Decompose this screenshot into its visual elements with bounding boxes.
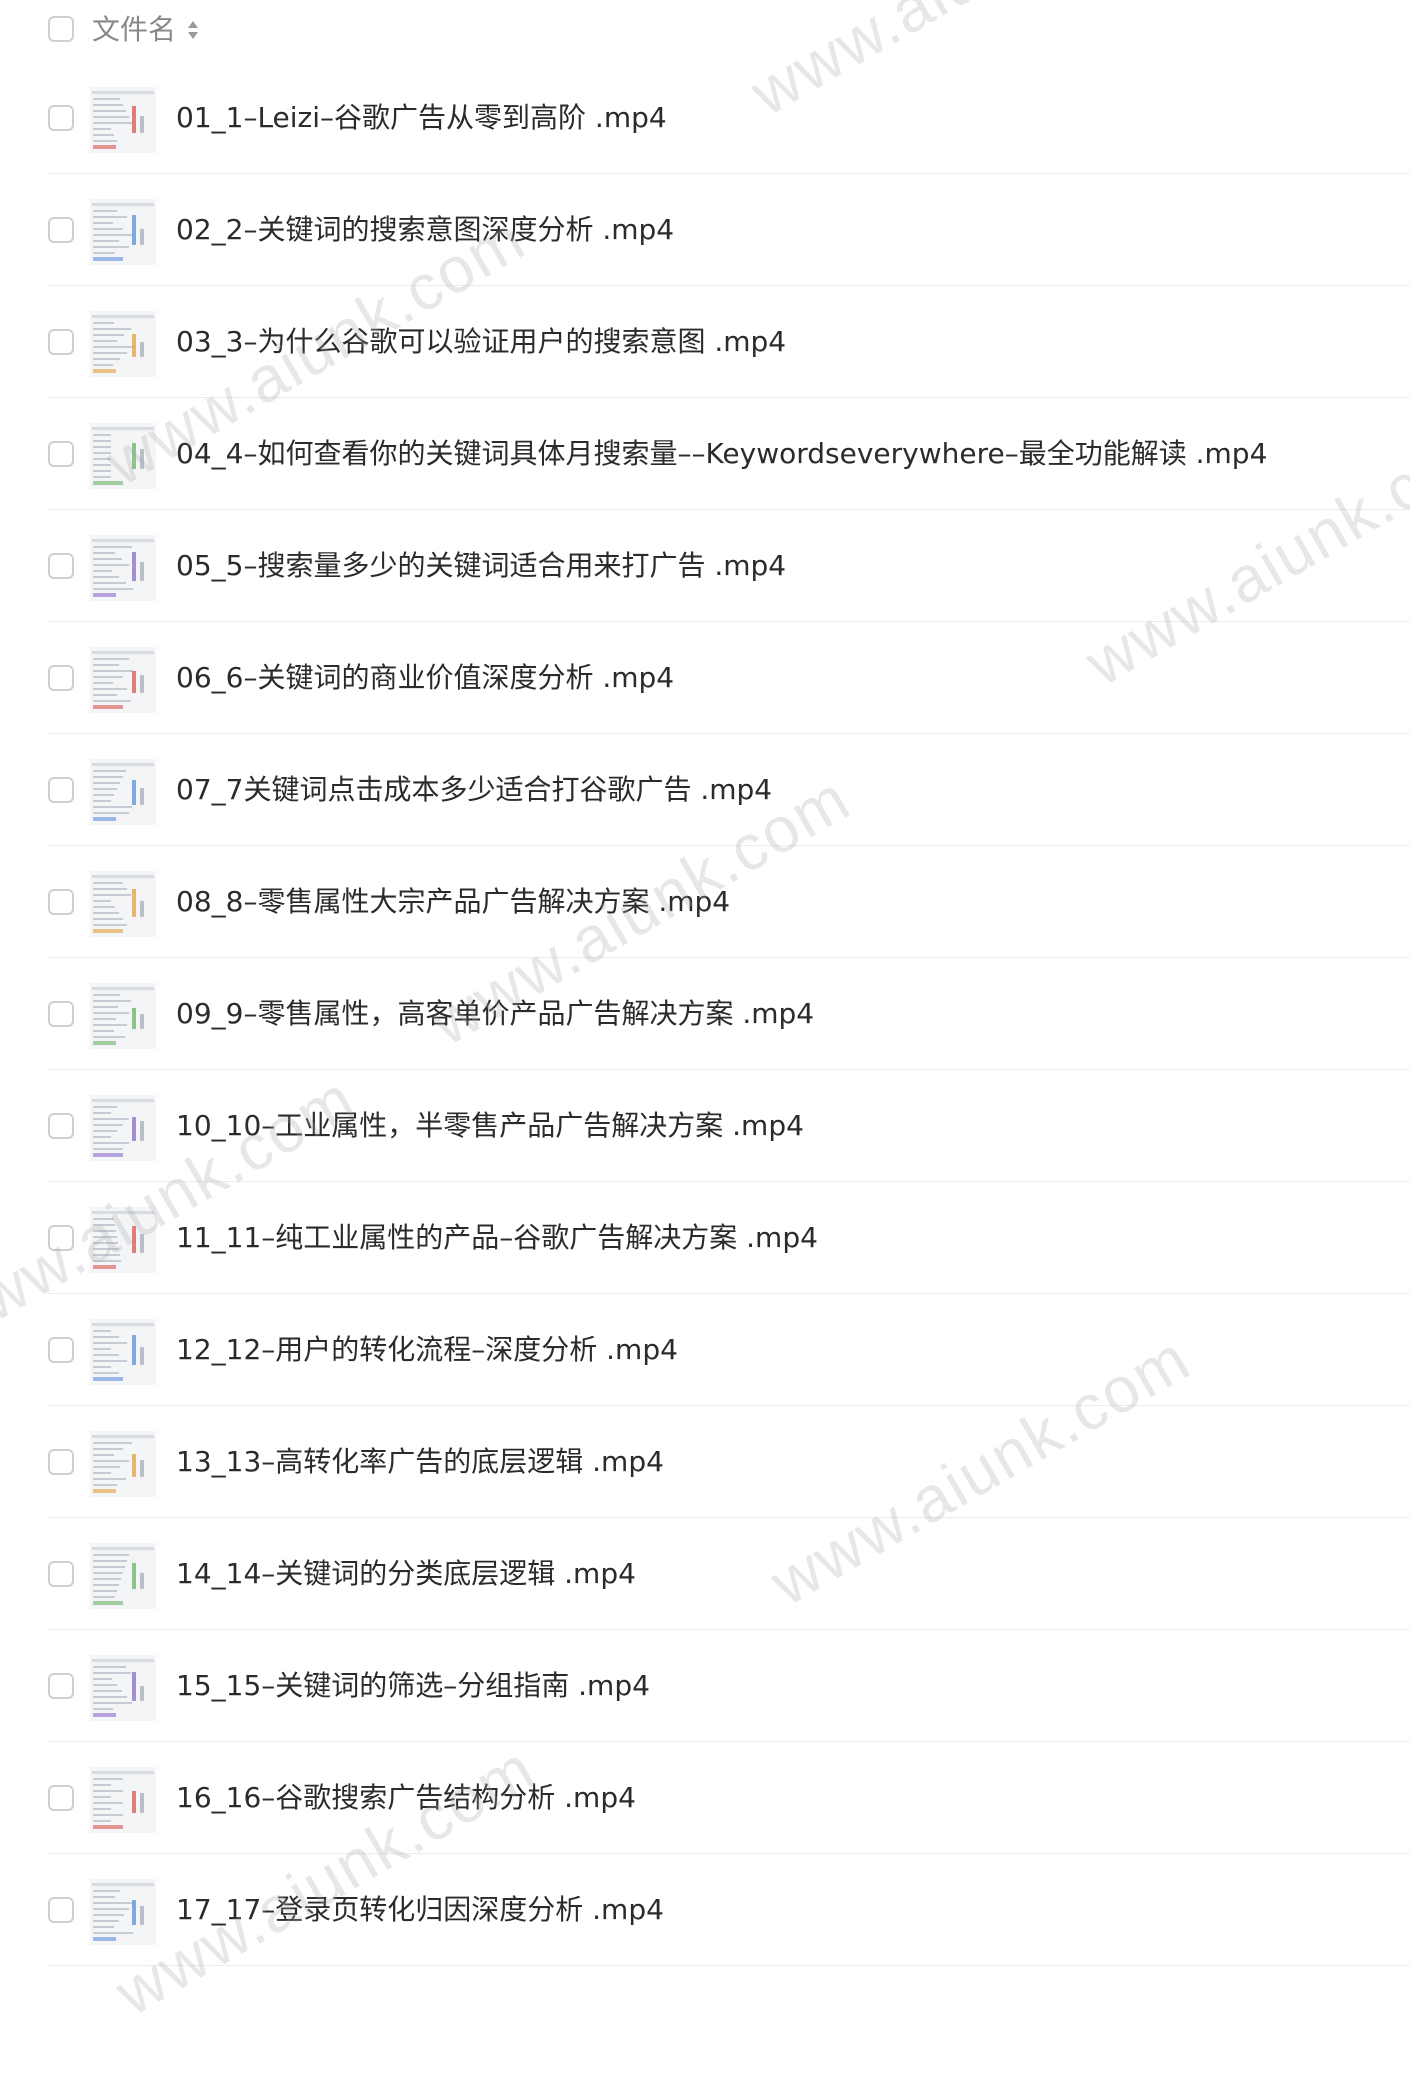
video-thumbnail[interactable] (90, 1879, 156, 1945)
row-checkbox[interactable] (48, 889, 74, 915)
row-divider (48, 1965, 1410, 1966)
row-checkbox[interactable] (48, 441, 74, 467)
row-checkbox[interactable] (48, 217, 74, 243)
row-checkbox[interactable] (48, 553, 74, 579)
video-thumbnail[interactable] (90, 871, 156, 937)
file-row[interactable]: 09_9–零售属性，高客单价产品广告解决方案 .mp4 (0, 958, 1410, 1070)
video-thumbnail[interactable] (90, 423, 156, 489)
row-checkbox[interactable] (48, 1785, 74, 1811)
file-name[interactable]: 06_6–关键词的商业价值深度分析 .mp4 (176, 658, 674, 698)
row-checkbox[interactable] (48, 1001, 74, 1027)
file-name[interactable]: 11_11–纯工业属性的产品–谷歌广告解决方案 .mp4 (176, 1218, 818, 1258)
video-thumbnail[interactable] (90, 87, 156, 153)
row-checkbox[interactable] (48, 329, 74, 355)
file-row[interactable]: 04_4–如何查看你的关键词具体月搜索量––Keywordseverywhere… (0, 398, 1410, 510)
file-name[interactable]: 15_15–关键词的筛选–分组指南 .mp4 (176, 1666, 650, 1706)
file-name[interactable]: 17_17–登录页转化归因深度分析 .mp4 (176, 1890, 664, 1930)
row-checkbox[interactable] (48, 105, 74, 131)
file-row[interactable]: 03_3–为什么谷歌可以验证用户的搜索意图 .mp4 (0, 286, 1410, 398)
file-list-header: 文件名 (0, 0, 1410, 62)
row-checkbox[interactable] (48, 1673, 74, 1699)
file-name[interactable]: 14_14–关键词的分类底层逻辑 .mp4 (176, 1554, 636, 1594)
video-thumbnail[interactable] (90, 1431, 156, 1497)
row-checkbox[interactable] (48, 777, 74, 803)
video-thumbnail[interactable] (90, 1655, 156, 1721)
video-thumbnail[interactable] (90, 311, 156, 377)
video-thumbnail[interactable] (90, 1207, 156, 1273)
file-row[interactable]: 12_12–用户的转化流程–深度分析 .mp4 (0, 1294, 1410, 1406)
file-row[interactable]: 16_16–谷歌搜索广告结构分析 .mp4 (0, 1742, 1410, 1854)
row-checkbox[interactable] (48, 1337, 74, 1363)
file-row[interactable]: 17_17–登录页转化归因深度分析 .mp4 (0, 1854, 1410, 1966)
file-row[interactable]: 13_13–高转化率广告的底层逻辑 .mp4 (0, 1406, 1410, 1518)
file-row[interactable]: 10_10–工业属性，半零售产品广告解决方案 .mp4 (0, 1070, 1410, 1182)
file-row[interactable]: 07_7关键词点击成本多少适合打谷歌广告 .mp4 (0, 734, 1410, 846)
video-thumbnail[interactable] (90, 535, 156, 601)
file-row[interactable]: 14_14–关键词的分类底层逻辑 .mp4 (0, 1518, 1410, 1630)
file-name[interactable]: 09_9–零售属性，高客单价产品广告解决方案 .mp4 (176, 994, 814, 1034)
video-thumbnail[interactable] (90, 199, 156, 265)
row-checkbox[interactable] (48, 1225, 74, 1251)
file-name[interactable]: 04_4–如何查看你的关键词具体月搜索量––Keywordseverywhere… (176, 434, 1267, 474)
video-thumbnail[interactable] (90, 647, 156, 713)
video-thumbnail[interactable] (90, 1095, 156, 1161)
file-row[interactable]: 06_6–关键词的商业价值深度分析 .mp4 (0, 622, 1410, 734)
file-name[interactable]: 13_13–高转化率广告的底层逻辑 .mp4 (176, 1442, 664, 1482)
file-name[interactable]: 16_16–谷歌搜索广告结构分析 .mp4 (176, 1778, 636, 1818)
row-checkbox[interactable] (48, 1449, 74, 1475)
file-name[interactable]: 05_5–搜索量多少的关键词适合用来打广告 .mp4 (176, 546, 786, 586)
file-row[interactable]: 11_11–纯工业属性的产品–谷歌广告解决方案 .mp4 (0, 1182, 1410, 1294)
video-thumbnail[interactable] (90, 1767, 156, 1833)
file-row[interactable]: 05_5–搜索量多少的关键词适合用来打广告 .mp4 (0, 510, 1410, 622)
sort-icon[interactable] (186, 18, 200, 42)
row-checkbox[interactable] (48, 1113, 74, 1139)
file-row[interactable]: 15_15–关键词的筛选–分组指南 .mp4 (0, 1630, 1410, 1742)
video-thumbnail[interactable] (90, 1543, 156, 1609)
file-row[interactable]: 02_2–关键词的搜索意图深度分析 .mp4 (0, 174, 1410, 286)
file-name[interactable]: 12_12–用户的转化流程–深度分析 .mp4 (176, 1330, 678, 1370)
file-name[interactable]: 01_1–Leizi–谷歌广告从零到高阶 .mp4 (176, 98, 667, 138)
row-checkbox[interactable] (48, 1561, 74, 1587)
column-header-filename[interactable]: 文件名 (92, 10, 176, 50)
select-all-checkbox[interactable] (48, 16, 74, 42)
file-name[interactable]: 07_7关键词点击成本多少适合打谷歌广告 .mp4 (176, 770, 772, 810)
file-row[interactable]: 08_8–零售属性大宗产品广告解决方案 .mp4 (0, 846, 1410, 958)
file-row[interactable]: 01_1–Leizi–谷歌广告从零到高阶 .mp4 (0, 62, 1410, 174)
file-name[interactable]: 03_3–为什么谷歌可以验证用户的搜索意图 .mp4 (176, 322, 786, 362)
file-name[interactable]: 02_2–关键词的搜索意图深度分析 .mp4 (176, 210, 674, 250)
video-thumbnail[interactable] (90, 759, 156, 825)
file-list: 文件名 01_1–Leizi–谷歌广告从零到高阶 .mp4 02_2–关键词的搜索… (0, 0, 1410, 1966)
file-name[interactable]: 10_10–工业属性，半零售产品广告解决方案 .mp4 (176, 1106, 804, 1146)
video-thumbnail[interactable] (90, 1319, 156, 1385)
row-checkbox[interactable] (48, 1897, 74, 1923)
video-thumbnail[interactable] (90, 983, 156, 1049)
row-checkbox[interactable] (48, 665, 74, 691)
file-name[interactable]: 08_8–零售属性大宗产品广告解决方案 .mp4 (176, 882, 730, 922)
